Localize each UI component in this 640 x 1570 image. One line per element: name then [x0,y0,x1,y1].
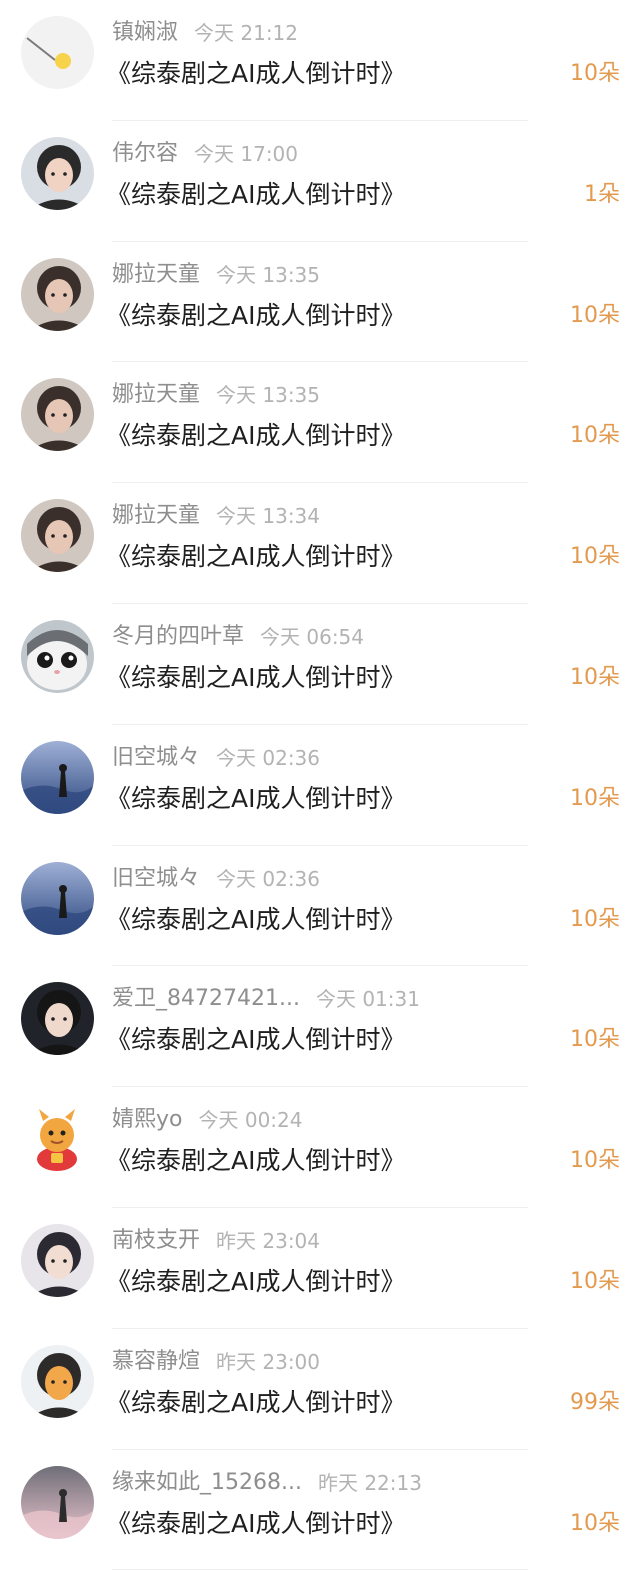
record-meta: 旧空城々 今天 02:36 [112,862,320,896]
record-meta: 缘来如此_15268... 昨天 22:13 [112,1466,422,1500]
user-name[interactable]: 慕容静煊 [112,1345,200,1379]
flower-count: 10朵 [570,1510,620,1536]
flower-count: 10朵 [570,61,620,86]
record-time: 今天 21:12 [194,21,299,45]
user-avatar[interactable] [21,1344,94,1418]
gift-record-row[interactable]: 缘来如此_15268... 昨天 22:13 《综泰剧之AI成人倒计时》 10朵 [0,1450,640,1570]
flower-count: 10朵 [570,785,620,811]
gift-record-row[interactable]: 婧熙yo 今天 00:24 《综泰剧之AI成人倒计时》 10朵 [0,1087,640,1208]
record-meta: 伟尔容 今天 17:00 [112,137,298,171]
user-avatar[interactable] [21,499,94,573]
record-time: 昨天 22:13 [317,1470,422,1495]
user-name[interactable]: 娜拉天童 [112,378,200,412]
record-meta: 冬月的四叶草 今天 06:54 [112,620,364,654]
record-meta: 娜拉天童 今天 13:34 [112,499,320,533]
user-avatar[interactable] [21,740,94,814]
record-time: 今天 13:35 [216,383,321,408]
work-title[interactable]: 《综泰剧之AI成人倒计时》 [106,1504,405,1544]
user-avatar[interactable] [21,1465,94,1539]
record-time: 今天 13:35 [216,262,321,287]
user-avatar[interactable] [21,136,94,210]
record-time: 今天 17:00 [194,141,299,166]
work-title[interactable]: 《综泰剧之AI成人倒计时》 [106,537,405,577]
gift-record-row[interactable]: 娜拉天童 今天 13:35 《综泰剧之AI成人倒计时》 10朵 [0,362,640,484]
record-time: 昨天 23:00 [216,1349,321,1374]
record-meta: 南枝支开 昨天 23:04 [112,1224,320,1258]
record-meta: 爱卫_84727421... 今天 01:31 [112,982,420,1016]
user-name[interactable]: 伟尔容 [112,137,178,171]
gift-record-row[interactable]: 冬月的四叶草 今天 06:54 《综泰剧之AI成人倒计时》 10朵 [0,604,640,725]
work-title[interactable]: 《综泰剧之AI成人倒计时》 [106,900,405,940]
record-time: 昨天 23:04 [216,1228,321,1253]
record-meta: 旧空城々 今天 02:36 [112,741,320,775]
user-name[interactable]: 婧熙yo [112,1103,182,1137]
user-name[interactable]: 旧空城々 [112,862,200,896]
record-meta: 镇娴淑 今天 21:12 [112,16,298,50]
user-name[interactable]: 镇娴淑 [112,16,178,50]
work-title[interactable]: 《综泰剧之AI成人倒计时》 [106,1262,405,1302]
record-time: 今天 02:36 [216,866,321,891]
record-time: 今天 06:54 [260,624,365,649]
user-avatar[interactable] [21,982,94,1056]
gift-record-row[interactable]: 南枝支开 昨天 23:04 《综泰剧之AI成人倒计时》 10朵 [0,1208,640,1329]
gift-record-row[interactable]: 镇娴淑 今天 21:12 《综泰剧之AI成人倒计时》 10朵 [0,0,640,121]
user-avatar[interactable] [21,16,94,89]
work-title[interactable]: 《综泰剧之AI成人倒计时》 [106,416,405,456]
user-name[interactable]: 娜拉天童 [112,499,200,533]
user-name[interactable]: 缘来如此_15268... [112,1466,302,1500]
gift-record-row[interactable]: 娜拉天童 今天 13:34 《综泰剧之AI成人倒计时》 10朵 [0,483,640,604]
record-meta: 娜拉天童 今天 13:35 [112,258,320,292]
gift-record-row[interactable]: 旧空城々 今天 02:36 《综泰剧之AI成人倒计时》 10朵 [0,725,640,846]
record-time: 今天 02:36 [216,745,321,770]
user-avatar[interactable] [21,1223,94,1297]
user-avatar[interactable] [21,619,94,693]
work-title[interactable]: 《综泰剧之AI成人倒计时》 [106,296,405,336]
gift-record-list: 镇娴淑 今天 21:12 《综泰剧之AI成人倒计时》 10朵 伟尔容 今天 17:00 《综… [0,0,640,1570]
gift-record-row[interactable]: 旧空城々 今天 02:36 《综泰剧之AI成人倒计时》 10朵 [0,846,640,967]
user-avatar[interactable] [21,257,94,331]
flower-count: 10朵 [570,1268,620,1294]
gift-record-row[interactable]: 慕容静煊 昨天 23:00 《综泰剧之AI成人倒计时》 99朵 [0,1329,640,1450]
work-title[interactable]: 《综泰剧之AI成人倒计时》 [106,175,405,215]
user-name[interactable]: 娜拉天童 [112,258,200,292]
work-title[interactable]: 《综泰剧之AI成人倒计时》 [106,779,405,819]
flower-count: 10朵 [570,1027,620,1053]
user-avatar[interactable] [21,861,94,935]
flower-count: 10朵 [570,664,620,690]
flower-count: 1朵 [584,181,620,207]
record-time: 今天 00:24 [198,1108,303,1133]
flower-count: 10朵 [570,544,620,570]
user-name[interactable]: 旧空城々 [112,741,200,775]
flower-count: 10朵 [570,423,620,449]
work-title[interactable]: 《综泰剧之AI成人倒计时》 [106,658,405,698]
record-meta: 婧熙yo 今天 00:24 [112,1103,302,1137]
user-name[interactable]: 南枝支开 [112,1224,200,1258]
flower-count: 99朵 [570,1389,620,1415]
work-title[interactable]: 《综泰剧之AI成人倒计时》 [106,1020,405,1060]
record-meta: 娜拉天童 今天 13:35 [112,378,320,412]
gift-record-row[interactable]: 爱卫_84727421... 今天 01:31 《综泰剧之AI成人倒计时》 10朵 [0,966,640,1088]
work-title[interactable]: 《综泰剧之AI成人倒计时》 [106,54,405,94]
gift-record-row[interactable]: 娜拉天童 今天 13:35 《综泰剧之AI成人倒计时》 10朵 [0,242,640,363]
user-avatar[interactable] [21,1103,94,1177]
gift-record-row[interactable]: 伟尔容 今天 17:00 《综泰剧之AI成人倒计时》 1朵 [0,121,640,242]
user-name[interactable]: 冬月的四叶草 [112,620,244,654]
record-meta: 慕容静煊 昨天 23:00 [112,1345,320,1379]
flower-count: 10朵 [570,302,620,328]
user-name[interactable]: 爱卫_84727421... [112,982,300,1016]
flower-count: 10朵 [570,1148,620,1174]
work-title[interactable]: 《综泰剧之AI成人倒计时》 [106,1383,405,1423]
user-avatar[interactable] [21,378,94,452]
flower-count: 10朵 [570,906,620,932]
record-time: 今天 01:31 [315,987,420,1012]
work-title[interactable]: 《综泰剧之AI成人倒计时》 [106,1141,405,1181]
record-time: 今天 13:34 [216,504,321,529]
